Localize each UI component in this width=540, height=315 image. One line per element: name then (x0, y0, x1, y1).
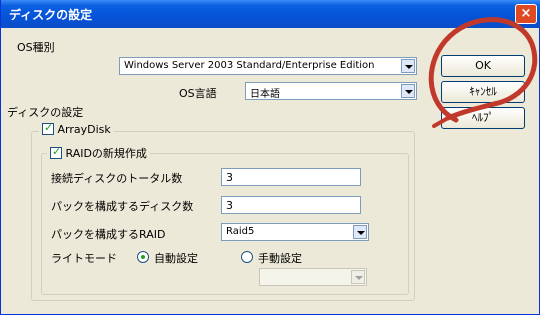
disk-count-label: 接続ディスクのトータル数 (51, 172, 183, 185)
auto-setting-label: 自動設定 (154, 252, 198, 265)
chevron-down-icon[interactable] (351, 270, 365, 284)
chevron-down-icon[interactable] (401, 59, 415, 73)
ok-button[interactable]: OK (441, 55, 525, 77)
chevron-down-icon[interactable] (353, 225, 367, 239)
os-type-dropdown[interactable]: Windows Server 2003 Standard/Enterprise … (119, 57, 417, 75)
disk-count-value: 3 (226, 171, 233, 184)
pack-disk-count-value: 3 (226, 199, 233, 212)
manual-setting-radio[interactable] (241, 251, 253, 263)
os-language-value: 日本語 (250, 89, 280, 100)
raid-level-dropdown[interactable]: Raid5 (221, 223, 369, 241)
os-type-label: OS種別 (17, 41, 55, 54)
arraydisk-checkbox[interactable] (42, 121, 54, 135)
pack-disk-count-label: パックを構成するディスク数 (51, 200, 194, 213)
new-raid-checkbox[interactable] (50, 145, 62, 159)
raid-level-value: Raid5 (226, 226, 255, 237)
title-bar[interactable]: ディスクの設定 × (1, 0, 540, 28)
arraydisk-label: ArrayDisk (57, 123, 111, 136)
os-language-label: OS言語 (179, 87, 217, 100)
disk-settings-label: ディスクの設定 (7, 106, 84, 119)
disk-settings-dialog: ディスクの設定 × OS種別 Windows Server 2003 Stand… (0, 0, 540, 315)
manual-mode-dropdown[interactable] (259, 268, 367, 286)
new-raid-checkbox-row[interactable]: RAIDの新規作成 (47, 145, 150, 161)
disk-count-input[interactable]: 3 (221, 168, 361, 186)
window-title: ディスクの設定 (9, 8, 93, 22)
cancel-button[interactable]: ｷｬﾝｾﾙ (441, 81, 525, 103)
new-raid-label: RAIDの新規作成 (65, 147, 147, 160)
arraydisk-checkbox-row[interactable]: ArrayDisk (39, 121, 114, 136)
help-button[interactable]: ﾍﾙﾌﾟ (441, 107, 525, 129)
chevron-down-icon[interactable] (401, 84, 415, 98)
manual-setting-label: 手動設定 (258, 252, 302, 265)
os-language-dropdown[interactable]: 日本語 (245, 82, 417, 100)
auto-setting-radio[interactable] (137, 251, 149, 263)
write-mode-label: ライトモード (51, 252, 117, 265)
pack-disk-count-input[interactable]: 3 (221, 196, 361, 214)
os-type-value: Windows Server 2003 Standard/Enterprise … (124, 60, 375, 71)
raid-level-label: パックを構成するRAID (51, 228, 166, 241)
close-button[interactable]: × (515, 4, 537, 24)
